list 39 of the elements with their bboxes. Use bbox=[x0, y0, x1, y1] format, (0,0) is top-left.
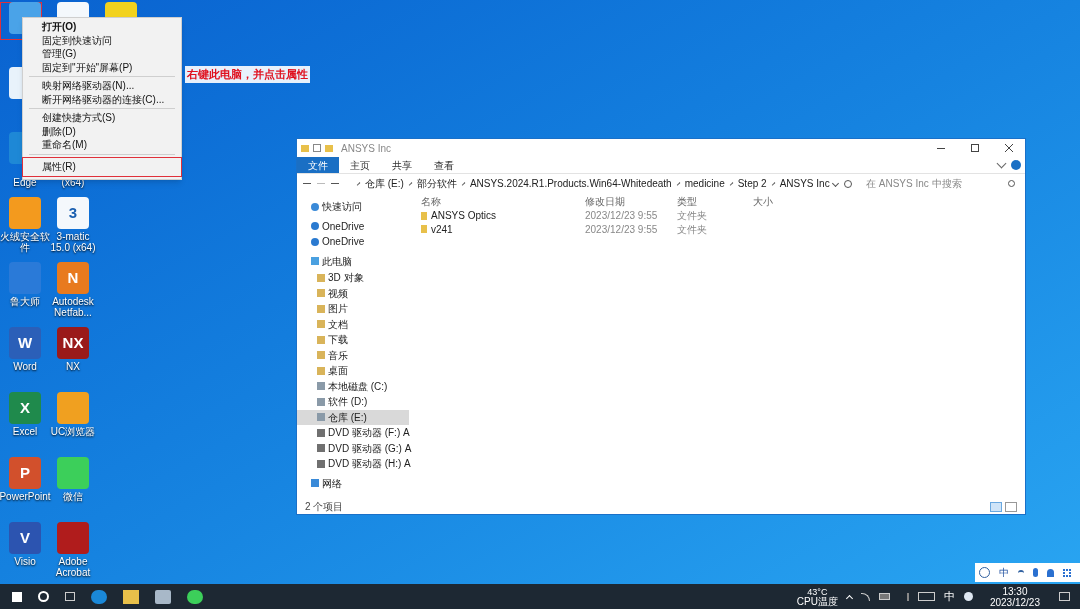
sidebar-label: 网络 bbox=[322, 476, 342, 491]
icon-label: 3-matic 15.0 (x64) bbox=[50, 231, 97, 253]
sidebar-label: 音乐 bbox=[328, 348, 348, 363]
icon-label: Autodesk Netfab... bbox=[51, 296, 95, 318]
table-cell-text: 文件夹 bbox=[677, 209, 708, 224]
table-cell-text: 文件夹 bbox=[677, 222, 708, 237]
sidebar-label: 本地磁盘 (C:) bbox=[328, 379, 388, 394]
cpu-temperature: 43°C bbox=[807, 586, 828, 597]
icon-label: NX bbox=[65, 361, 81, 372]
icon-label: Word bbox=[12, 361, 38, 372]
sidebar-label: 图片 bbox=[328, 302, 348, 317]
icon-label: 火绒安全软件 bbox=[0, 231, 51, 253]
status-text: 2 个项目 bbox=[305, 500, 344, 514]
annotation-text: 右键此电脑，并点击属性 bbox=[185, 66, 310, 83]
sidebar-label: 仓库 (E:) bbox=[328, 410, 367, 425]
sidebar-label: 桌面 bbox=[328, 364, 348, 379]
icon-label: Visio bbox=[13, 556, 37, 567]
icon-label: 鲁大师 bbox=[9, 296, 41, 307]
icon-label: PowerPoint bbox=[0, 491, 51, 502]
window-title: ANSYS Inc bbox=[341, 141, 392, 156]
sidebar-label: 视频 bbox=[328, 286, 348, 301]
table-cell-text: 2023/12/23 9:55 bbox=[585, 222, 659, 237]
icon-label: Adobe Acrobat bbox=[54, 556, 92, 578]
sidebar-label: 此电脑 bbox=[322, 254, 352, 269]
sidebar-label: OneDrive bbox=[322, 219, 365, 234]
sidebar-label: 文档 bbox=[328, 317, 348, 332]
icon-label: UC浏览器 bbox=[49, 426, 97, 437]
sidebar-label: OneDrive bbox=[322, 235, 365, 250]
icon-label: Edge bbox=[12, 177, 38, 188]
icon-label: Excel bbox=[11, 426, 39, 437]
table-cell-text: 2023/12/23 9:55 bbox=[585, 209, 659, 224]
sidebar-label: DVD 驱动器 (G:) A bbox=[328, 441, 412, 456]
sidebar-label: DVD 驱动器 (F:) A bbox=[328, 426, 410, 441]
sidebar-label: 快速访问 bbox=[322, 200, 362, 215]
cpu-label: CPU温度 bbox=[796, 596, 838, 607]
sidebar-label: 软件 (D:) bbox=[328, 395, 368, 410]
sidebar-label: 下载 bbox=[328, 333, 348, 348]
sidebar-label: 3D 对象 bbox=[328, 271, 364, 286]
sidebar-label: DVD 驱动器 (H:) A bbox=[328, 457, 411, 472]
